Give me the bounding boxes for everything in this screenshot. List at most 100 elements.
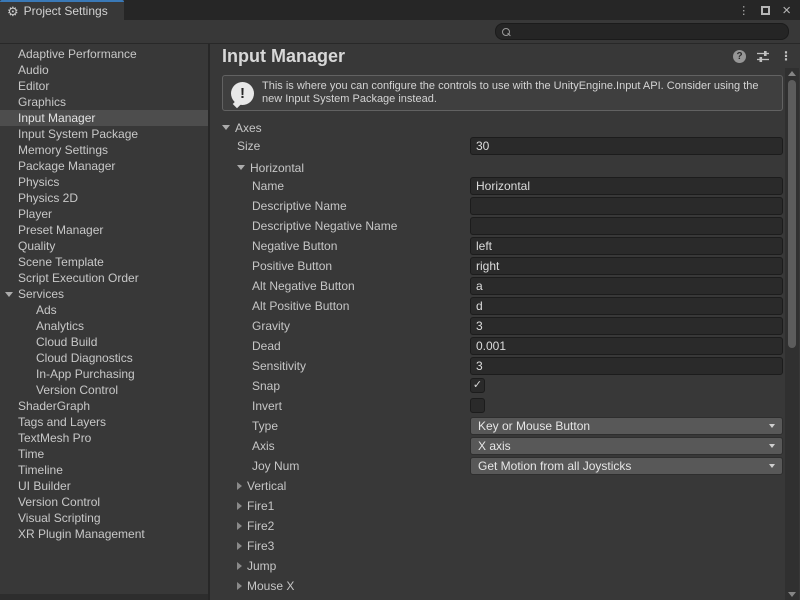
sidebar-item-label: Ads xyxy=(36,303,57,317)
foldout-open-icon xyxy=(222,125,230,130)
property-row-negative-button: Negative Buttonleft xyxy=(210,236,800,256)
foldout-vertical[interactable]: Vertical xyxy=(210,476,286,496)
property-label-alt-positive-button: Alt Positive Button xyxy=(210,296,349,316)
text-field-negative-button[interactable]: left xyxy=(470,237,783,255)
sidebar-item-quality[interactable]: Quality xyxy=(0,238,208,254)
foldout-collapsed-icon xyxy=(237,502,242,510)
sidebar-item-label: UI Builder xyxy=(18,479,71,493)
sidebar-item-label: Physics xyxy=(18,175,59,189)
vertical-scrollbar[interactable] xyxy=(785,68,799,600)
sidebar-item-version-control[interactable]: Version Control xyxy=(0,494,208,510)
sidebar-item-shadergraph[interactable]: ShaderGraph xyxy=(0,398,208,414)
text-field-name[interactable]: Horizontal xyxy=(470,177,783,195)
foldout-collapsed-icon xyxy=(237,562,242,570)
sidebar-item-adaptive-performance[interactable]: Adaptive Performance xyxy=(0,46,208,62)
sidebar-item-analytics[interactable]: Analytics xyxy=(0,318,208,334)
text-field-alt-negative-button[interactable]: a xyxy=(470,277,783,295)
sidebar-item-ads[interactable]: Ads xyxy=(0,302,208,318)
property-row-joy-num: Joy NumGet Motion from all Joysticks xyxy=(210,456,800,476)
sidebar-scrollbar[interactable] xyxy=(0,594,208,600)
scroll-down-icon[interactable] xyxy=(788,592,796,597)
sidebar-item-time[interactable]: Time xyxy=(0,446,208,462)
foldout-axes[interactable]: Axes xyxy=(210,118,262,138)
sidebar-item-scene-template[interactable]: Scene Template xyxy=(0,254,208,270)
dropdown-axis[interactable]: X axis xyxy=(470,437,783,455)
sidebar-item-textmesh-pro[interactable]: TextMesh Pro xyxy=(0,430,208,446)
foldout-jump[interactable]: Jump xyxy=(210,556,276,576)
text-field-positive-button[interactable]: right xyxy=(470,257,783,275)
scrollbar-thumb[interactable] xyxy=(788,80,796,348)
tab-project-settings[interactable]: ⚙ Project Settings xyxy=(0,0,124,20)
sidebar-item-physics[interactable]: Physics xyxy=(0,174,208,190)
property-row-fire3: Fire3 xyxy=(210,536,800,556)
sidebar-item-script-execution-order[interactable]: Script Execution Order xyxy=(0,270,208,286)
dropdown-type[interactable]: Key or Mouse Button xyxy=(470,417,783,435)
foldout-collapsed-icon xyxy=(237,582,242,590)
sidebar-item-label: Editor xyxy=(18,79,49,93)
context-menu-icon[interactable]: ⋮ xyxy=(780,49,792,63)
sidebar-item-physics-2d[interactable]: Physics 2D xyxy=(0,190,208,206)
sidebar-item-in-app-purchasing[interactable]: In-App Purchasing xyxy=(0,366,208,382)
sidebar-item-graphics[interactable]: Graphics xyxy=(0,94,208,110)
sidebar-item-cloud-build[interactable]: Cloud Build xyxy=(0,334,208,350)
presets-icon[interactable] xyxy=(756,50,770,62)
help-icon[interactable]: ? xyxy=(733,50,746,63)
sidebar-item-timeline[interactable]: Timeline xyxy=(0,462,208,478)
sidebar-item-ui-builder[interactable]: UI Builder xyxy=(0,478,208,494)
sidebar-item-player[interactable]: Player xyxy=(0,206,208,222)
text-field-gravity[interactable]: 3 xyxy=(470,317,783,335)
text-field-descriptive-negative-name[interactable] xyxy=(470,217,783,235)
checkbox-snap[interactable]: ✓ xyxy=(470,378,485,393)
property-label-dead: Dead xyxy=(210,336,281,356)
text-field-descriptive-name[interactable] xyxy=(470,197,783,215)
sidebar-item-input-manager[interactable]: Input Manager xyxy=(0,110,208,126)
sidebar-item-version-control[interactable]: Version Control xyxy=(0,382,208,398)
close-icon[interactable]: × xyxy=(782,3,791,18)
maximize-icon[interactable] xyxy=(761,6,770,15)
dropdown-joy-num[interactable]: Get Motion from all Joysticks xyxy=(470,457,783,475)
foldout-fire3[interactable]: Fire3 xyxy=(210,536,274,556)
foldout-fire1[interactable]: Fire1 xyxy=(210,496,274,516)
sidebar-item-label: Version Control xyxy=(36,383,118,397)
checkbox-invert[interactable] xyxy=(470,398,485,413)
dropdown-value: X axis xyxy=(478,438,511,454)
help-box: ! This is where you can configure the co… xyxy=(222,75,783,111)
sidebar-item-audio[interactable]: Audio xyxy=(0,62,208,78)
sidebar-item-preset-manager[interactable]: Preset Manager xyxy=(0,222,208,238)
text-field-size[interactable]: 30 xyxy=(470,137,783,155)
foldout-horizontal[interactable]: Horizontal xyxy=(210,158,304,178)
sidebar-item-memory-settings[interactable]: Memory Settings xyxy=(0,142,208,158)
sidebar-item-label: Script Execution Order xyxy=(18,271,139,285)
foldout-fire2[interactable]: Fire2 xyxy=(210,516,274,536)
sidebar-item-xr-plugin-management[interactable]: XR Plugin Management xyxy=(0,526,208,542)
scroll-up-icon[interactable] xyxy=(788,71,796,76)
window-menu-icon[interactable]: ⋮ xyxy=(738,4,749,17)
sidebar-item-tags-and-layers[interactable]: Tags and Layers xyxy=(0,414,208,430)
search-input[interactable] xyxy=(495,23,789,40)
sidebar-item-label: Services xyxy=(18,287,64,301)
sidebar-item-label: XR Plugin Management xyxy=(18,527,145,541)
property-row-axes: Axes xyxy=(210,116,800,136)
page-title: Input Manager xyxy=(222,46,733,67)
foldout-mouse-x[interactable]: Mouse X xyxy=(210,576,294,596)
sidebar-item-package-manager[interactable]: Package Manager xyxy=(0,158,208,174)
sidebar-item-label: Preset Manager xyxy=(18,223,103,237)
property-row-descriptive-negative-name: Descriptive Negative Name xyxy=(210,216,800,236)
sidebar-item-editor[interactable]: Editor xyxy=(0,78,208,94)
text-field-sensitivity[interactable]: 3 xyxy=(470,357,783,375)
sidebar-item-services[interactable]: Services xyxy=(0,286,208,302)
text-field-alt-positive-button[interactable]: d xyxy=(470,297,783,315)
text-field-dead[interactable]: 0.001 xyxy=(470,337,783,355)
property-row-invert: Invert xyxy=(210,396,800,416)
info-icon: ! xyxy=(231,82,254,105)
property-label-descriptive-negative-name: Descriptive Negative Name xyxy=(210,216,397,236)
foldout-open-icon xyxy=(237,165,245,170)
property-label-gravity: Gravity xyxy=(210,316,290,336)
sidebar-item-cloud-diagnostics[interactable]: Cloud Diagnostics xyxy=(0,350,208,366)
label-text: Fire3 xyxy=(247,536,274,556)
sidebar-item-label: Input Manager xyxy=(18,111,95,125)
label-text: Positive Button xyxy=(252,256,332,276)
sidebar-item-input-system-package[interactable]: Input System Package xyxy=(0,126,208,142)
property-row-descriptive-name: Descriptive Name xyxy=(210,196,800,216)
sidebar-item-visual-scripting[interactable]: Visual Scripting xyxy=(0,510,208,526)
